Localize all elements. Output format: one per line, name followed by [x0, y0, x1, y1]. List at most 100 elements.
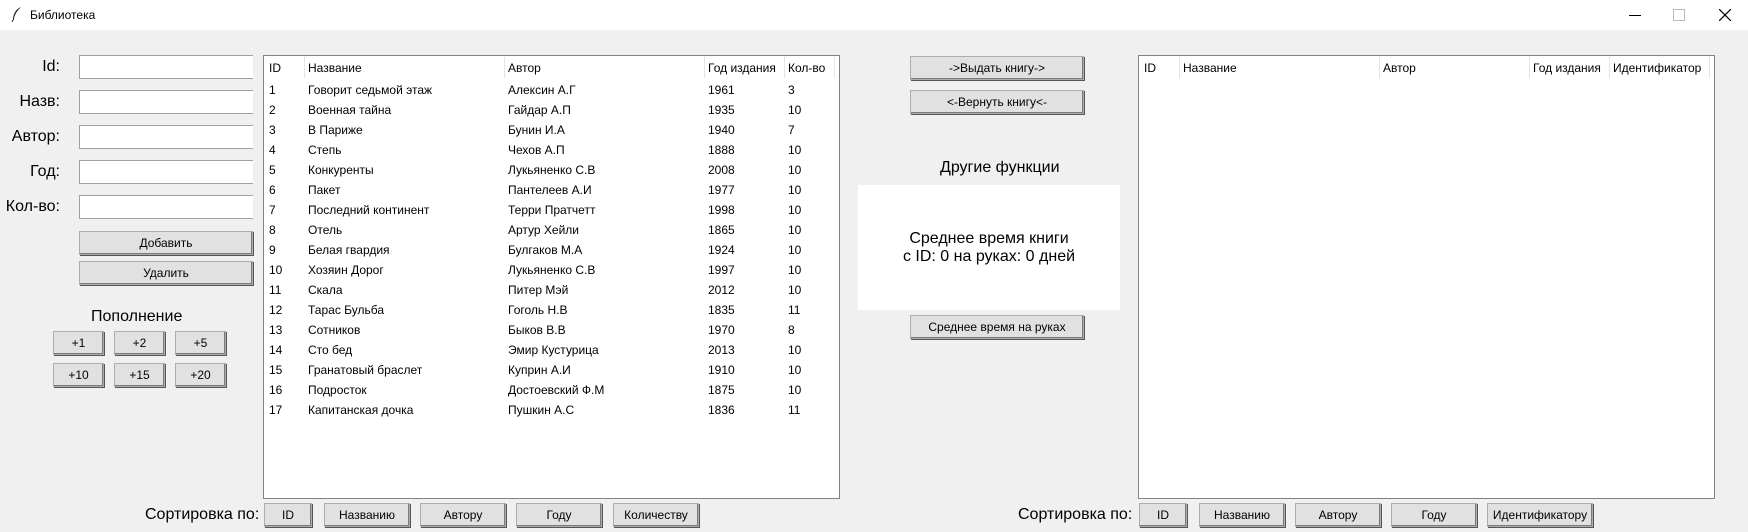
table-row[interactable]: 11 Скала Питер Мэй 2012 10	[264, 281, 839, 301]
add-15-button[interactable]: +15	[114, 363, 165, 387]
column-header-year[interactable]: Год издания	[708, 61, 776, 75]
issued-books-table[interactable]: ID Название Автор Год издания Идентифика…	[1138, 55, 1715, 499]
year-field[interactable]	[79, 160, 253, 184]
cell-quantity: 10	[788, 143, 802, 157]
sort-right-title-button[interactable]: Названию	[1199, 503, 1285, 527]
table-row[interactable]: 13 Сотников Быков В.В 1970 8	[264, 321, 839, 341]
table-row[interactable]: 16 Подросток Достоевский Ф.М 1875 10	[264, 381, 839, 401]
cell-id: 11	[269, 283, 282, 297]
table-row[interactable]: 14 Сто бед Эмир Кустурица 2013 10	[264, 341, 839, 361]
sort-left-quantity-button[interactable]: Количеству	[613, 503, 699, 527]
cell-title: Гранатовый браслет	[308, 363, 423, 377]
column-header-author[interactable]: Автор	[1383, 61, 1416, 75]
cell-title: Сто бед	[308, 343, 353, 357]
table-row[interactable]: 3 В Париже Бунин И.А 1940 7	[264, 121, 839, 141]
sort-left-author-button[interactable]: Автору	[420, 503, 506, 527]
cell-author: Пантелеев А.И	[508, 183, 592, 197]
sort-right-author-button[interactable]: Автору	[1295, 503, 1381, 527]
table-row[interactable]: 12 Тарас Бульба Гоголь Н.В 1835 11	[264, 301, 839, 321]
cell-author: Булгаков М.А	[508, 243, 583, 257]
cell-year: 1998	[708, 203, 735, 217]
table-row[interactable]: 15 Гранатовый браслет Куприн А.И 1910 10	[264, 361, 839, 381]
column-header-year[interactable]: Год издания	[1533, 61, 1601, 75]
sort-left-year-button[interactable]: Году	[516, 503, 602, 527]
add-button[interactable]: Добавить	[79, 231, 253, 255]
id-label: Id:	[42, 58, 60, 75]
quantity-field[interactable]	[79, 195, 253, 219]
minimize-button[interactable]	[1612, 0, 1658, 30]
table-row[interactable]: 17 Капитанская дочка Пушкин А.С 1836 11	[264, 401, 839, 421]
add-5-button[interactable]: +5	[175, 331, 226, 355]
table-row[interactable]: 8 Отель Артур Хейли 1865 10	[264, 221, 839, 241]
cell-id: 13	[269, 323, 283, 337]
cell-quantity: 3	[788, 83, 795, 97]
cell-year: 1977	[708, 183, 735, 197]
add-10-button[interactable]: +10	[53, 363, 104, 387]
author-label: Автор:	[11, 128, 60, 145]
header-separator	[1379, 56, 1380, 78]
cell-author: Эмир Кустурица	[508, 343, 599, 357]
column-header-title[interactable]: Название	[308, 61, 362, 75]
sort-right-identifier-button[interactable]: Идентификатору	[1487, 503, 1593, 527]
cell-quantity: 10	[788, 223, 802, 237]
cell-author: Бунин И.А	[508, 123, 565, 137]
add-20-button[interactable]: +20	[175, 363, 226, 387]
avg-time-line-1: Среднее время книги	[909, 230, 1069, 247]
table-row[interactable]: 2 Военная тайна Гайдар А.П 1935 10	[264, 101, 839, 121]
cell-quantity: 10	[788, 243, 802, 257]
table-row[interactable]: 7 Последний континент Терри Пратчетт 1998 10	[264, 201, 839, 221]
cell-quantity: 11	[788, 303, 801, 317]
cell-author: Артур Хейли	[508, 223, 580, 237]
column-header-author[interactable]: Автор	[508, 61, 541, 75]
table-row[interactable]: 9 Белая гвардия Булгаков М.А 1924 10	[264, 241, 839, 261]
column-header-id[interactable]: ID	[269, 61, 281, 75]
add-1-button[interactable]: +1	[53, 331, 104, 355]
header-separator	[304, 56, 305, 78]
avg-time-button[interactable]: Среднее время на руках	[910, 315, 1084, 339]
cell-id: 5	[269, 163, 276, 177]
cell-id: 10	[269, 263, 283, 277]
cell-author: Лукьяненко С.В	[508, 163, 596, 177]
add-2-button[interactable]: +2	[114, 331, 165, 355]
books-table[interactable]: ID Название Автор Год издания Кол-во 1 Го…	[263, 55, 840, 499]
sort-right-id-button[interactable]: ID	[1139, 503, 1187, 527]
cell-author: Достоевский Ф.М	[508, 383, 605, 397]
cell-title: Конкуренты	[308, 163, 374, 177]
column-header-id[interactable]: ID	[1144, 61, 1156, 75]
close-button[interactable]	[1702, 0, 1748, 30]
cell-id: 1	[269, 83, 276, 97]
id-field[interactable]	[79, 55, 253, 79]
column-header-identifier[interactable]: Идентификатор	[1613, 61, 1701, 75]
author-field[interactable]	[79, 125, 253, 149]
header-separator	[834, 56, 835, 78]
give-book-button[interactable]: ->Выдать книгу->	[910, 56, 1084, 80]
title-field[interactable]	[79, 90, 253, 114]
column-header-quantity[interactable]: Кол-во	[788, 61, 825, 75]
cell-quantity: 10	[788, 383, 802, 397]
sort-left-id-button[interactable]: ID	[264, 503, 312, 527]
table-row[interactable]: 6 Пакет Пантелеев А.И 1977 10	[264, 181, 839, 201]
sort-right-year-button[interactable]: Году	[1391, 503, 1477, 527]
table-row[interactable]: 5 Конкуренты Лукьяненко С.В 2008 10	[264, 161, 839, 181]
table-row[interactable]: 10 Хозяин Дорог Лукьяненко С.В 1997 10	[264, 261, 839, 281]
delete-button[interactable]: Удалить	[79, 261, 253, 285]
avg-time-line-2: с ID: 0 на руках: 0 дней	[902, 248, 1076, 265]
cell-year: 1970	[708, 323, 735, 337]
column-header-title[interactable]: Название	[1183, 61, 1237, 75]
cell-id: 6	[269, 183, 276, 197]
replenish-title: Пополнение	[91, 308, 183, 325]
cell-year: 1997	[708, 263, 735, 277]
maximize-button[interactable]	[1656, 0, 1702, 30]
cell-quantity: 7	[788, 123, 795, 137]
sort-left-title-button[interactable]: Названию	[324, 503, 410, 527]
return-book-button[interactable]: <-Вернуть книгу<-	[910, 90, 1084, 114]
cell-quantity: 11	[788, 403, 801, 417]
cell-id: 4	[269, 143, 276, 157]
table-row[interactable]: 4 Степь Чехов А.П 1888 10	[264, 141, 839, 161]
cell-title: Пакет	[308, 183, 341, 197]
cell-quantity: 10	[788, 103, 802, 117]
cell-title: Белая гвардия	[308, 243, 390, 257]
maximize-icon	[1673, 9, 1685, 21]
cell-quantity: 8	[788, 323, 795, 337]
table-row[interactable]: 1 Говорит седьмой этаж Алексин А.Г 1961 3	[264, 81, 839, 101]
